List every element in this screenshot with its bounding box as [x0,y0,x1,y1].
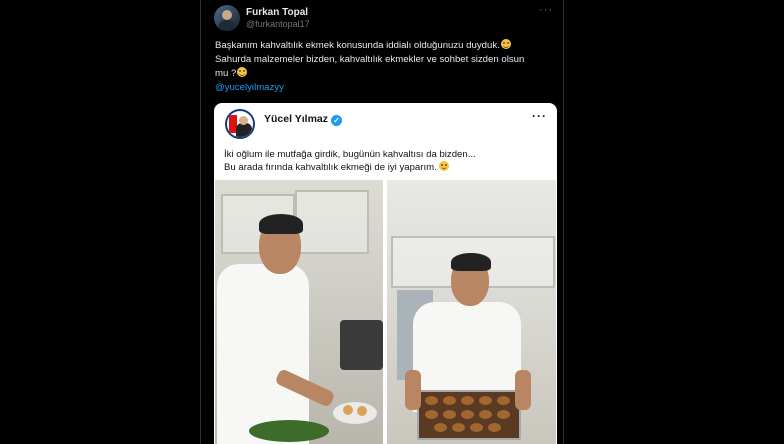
bread-shape [461,410,474,419]
person-hair [259,214,303,234]
quoted-text-line-2: Bu arada fırında kahvaltılık ekmeği de i… [224,161,554,174]
kitchen-photo-right[interactable] [387,180,556,444]
tweet-container: Furkan Topal @furkantopal17 ··· Başkanım… [200,0,564,444]
tweet-text-line-2: Sahurda malzemeler bizden, kahvaltılık e… [215,54,525,65]
person-arm [405,370,421,410]
bread-shape [461,396,474,405]
tweet-text-line-3: mu ? [215,67,560,81]
bread-shape [425,396,438,405]
person-arm [515,370,531,410]
avatar-body-shape [218,20,236,31]
person-hair [451,253,491,271]
more-options-icon[interactable]: ··· [539,4,553,16]
bread-shape [452,423,465,432]
quoted-text-line-1: İki oğlum ile mutfağa girdik, bugünün ka… [224,149,476,160]
bread-shape [470,423,483,432]
author-handle[interactable]: @furkantopal17 [246,19,310,29]
winking-face-icon [438,161,449,171]
cabinet-shape [295,190,369,254]
author-avatar[interactable] [214,5,240,31]
quoted-tweet-text: İki oğlum ile mutfağa girdik, bugünün ka… [224,148,554,174]
appliance-shape [340,320,383,370]
quoted-author-avatar[interactable] [225,109,255,139]
greens-shape [249,420,329,442]
quoted-tweet-card[interactable]: Yücel Yılmaz ✓ ··· İki oğlum ile mutfağa … [214,103,557,444]
kitchen-photo-left[interactable] [215,180,383,444]
tweet-text: Başkanım kahvaltılık ekmek konusunda idd… [215,39,560,95]
bread-shape [434,423,447,432]
bread-shape [479,410,492,419]
bread-shape [443,410,456,419]
egg-shape [357,406,367,416]
bread-shape [488,423,501,432]
bread-shape [479,396,492,405]
smiling-face-icon [237,67,248,77]
avatar-head-shape [222,10,232,20]
smiling-face-icon [500,39,511,49]
tweet-text-line-1: Başkanım kahvaltılık ekmek konusunda idd… [215,39,560,53]
bread-shape [497,396,510,405]
quoted-author-name[interactable]: Yücel Yılmaz ✓ [264,113,343,126]
bread-shape [443,396,456,405]
more-options-icon[interactable]: ··· [532,109,547,123]
author-name[interactable]: Furkan Topal [246,7,308,18]
plate-shape [333,402,377,424]
person-shirt [217,264,309,444]
egg-shape [343,405,353,415]
suit-shape [236,123,252,137]
face-shape [239,116,248,125]
bread-shape [425,410,438,419]
verified-badge-icon: ✓ [331,115,343,126]
mention-link[interactable]: @yucelyilmazyy [215,81,560,95]
bread-shape [497,410,510,419]
